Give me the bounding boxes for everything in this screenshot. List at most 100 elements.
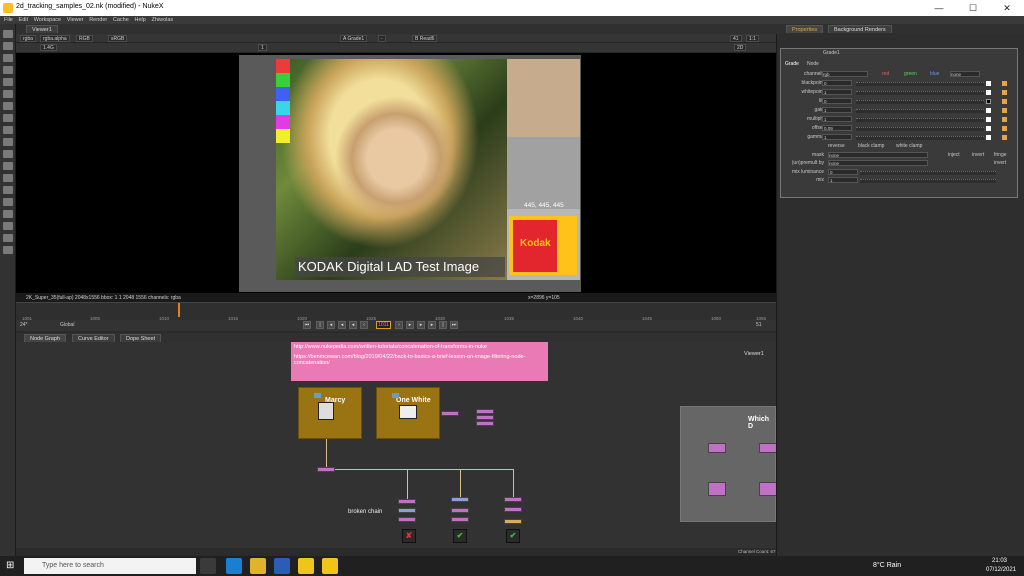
playhead[interactable] [178, 303, 180, 317]
backdrop-marcy[interactable]: Marcy [298, 387, 362, 439]
last-frame-button[interactable]: ⏭ [450, 321, 458, 329]
input-a-dropdown[interactable]: A Grade1 [340, 35, 368, 42]
taskbar-search-input[interactable]: Type here to search [24, 558, 196, 574]
timeline[interactable]: 1001 1005 1010 1015 1020 1025 1030 1035 … [16, 302, 776, 321]
current-frame-field[interactable]: 1011 [376, 321, 391, 329]
chain2-node-1[interactable] [451, 497, 469, 502]
view-mode-dropdown[interactable]: 2D [734, 44, 747, 51]
colorspace-dropdown[interactable]: sRGB [108, 35, 128, 42]
step-back-button[interactable]: | [316, 321, 324, 329]
channel-dropdown[interactable]: rgba.alpha [40, 35, 70, 42]
end-frame-field[interactable]: 51 [756, 322, 762, 328]
note-link-benmcewan[interactable]: https://benmcewan.com/blog/2019/04/22/ba… [294, 354, 545, 366]
menu-file[interactable]: File [4, 16, 13, 24]
chain3-node-3[interactable] [504, 519, 522, 524]
mix-luminance-slider[interactable] [860, 171, 996, 175]
param-field[interactable]: 1 [822, 116, 852, 122]
channels-dropdown[interactable]: rgb [822, 71, 868, 77]
task-view-icon[interactable] [200, 558, 216, 574]
invert-unpremult-checkbox[interactable]: invert [994, 160, 1006, 167]
taskbar-time[interactable]: 21:03 [992, 558, 1007, 564]
first-frame-button[interactable]: ⏮ [303, 321, 311, 329]
gamma-field[interactable]: 1 [258, 44, 267, 51]
chain1-node-3[interactable] [398, 517, 416, 522]
step-forward-button[interactable]: | [439, 321, 447, 329]
subtab-grade[interactable]: Grade [785, 61, 799, 67]
windows-start-icon[interactable]: ⊞ [6, 560, 14, 571]
which-node-2[interactable] [759, 443, 777, 453]
black-clamp-checkbox[interactable]: black clamp [858, 143, 884, 150]
weather-widget[interactable]: 8°C Rain [873, 562, 901, 569]
node-dot-merge[interactable] [317, 467, 335, 472]
fringe-checkbox[interactable]: fringe [994, 152, 1007, 159]
subtab-node[interactable]: Node [807, 61, 819, 67]
color-picker-icon[interactable] [986, 135, 991, 140]
gain-field[interactable]: 1.4G [40, 44, 57, 51]
ocio-tool-icon[interactable] [3, 246, 13, 254]
menu-workspace[interactable]: Workspace [34, 16, 61, 24]
back-button[interactable]: ◂ [338, 321, 346, 329]
taskbar-date[interactable]: 07/12/2021 [986, 567, 1016, 573]
mix-slider[interactable] [860, 179, 996, 183]
node-transform-b[interactable] [476, 415, 494, 420]
chain1-node-2[interactable] [398, 508, 416, 513]
mix-luminance-field[interactable]: 0 [828, 169, 858, 175]
play-button[interactable]: ▸ [406, 321, 414, 329]
layer-dropdown[interactable]: rgba [20, 35, 37, 42]
chain2-node-3[interactable] [451, 517, 469, 522]
viewer-node-label[interactable]: Viewer1 [744, 351, 764, 357]
which-node-1[interactable] [708, 443, 726, 453]
color-picker-icon[interactable] [986, 126, 991, 131]
animation-icon[interactable] [1002, 99, 1007, 104]
toolsets-tool-icon[interactable] [3, 174, 13, 182]
node-transform-c[interactable] [476, 421, 494, 426]
tab-node-graph[interactable]: Node Graph [24, 334, 66, 342]
next-frame-button[interactable]: › [395, 321, 403, 329]
tab-dope-sheet[interactable]: Dope Sheet [120, 334, 162, 342]
chain2-node-2[interactable] [451, 508, 469, 513]
color-picker-icon[interactable] [986, 117, 991, 122]
tab-viewer1[interactable]: Viewer1 [26, 25, 58, 33]
param-slider[interactable] [856, 91, 984, 95]
mix-field[interactable]: 1 [828, 177, 858, 183]
reverse-checkbox[interactable]: reverse [828, 143, 845, 150]
chain1-node-1[interactable] [398, 499, 416, 504]
play-back-button[interactable]: ◂ [349, 321, 357, 329]
channel-green-toggle[interactable]: green [904, 71, 917, 78]
param-slider[interactable] [856, 118, 984, 122]
animation-icon[interactable] [1002, 81, 1007, 86]
fps-field[interactable]: 24* [20, 322, 28, 328]
channel-red-toggle[interactable]: red [882, 71, 889, 78]
prev-key-button[interactable]: ◂ [327, 321, 335, 329]
animation-icon[interactable] [1002, 90, 1007, 95]
param-field[interactable]: 0 [822, 80, 852, 86]
transform-tool-icon[interactable] [3, 126, 13, 134]
zoom-field[interactable]: 41 [730, 35, 742, 42]
3d-tool-icon[interactable] [3, 138, 13, 146]
channel-tool-icon[interactable] [3, 66, 13, 74]
keyer-tool-icon[interactable] [3, 102, 13, 110]
node-name-field[interactable]: Grade1 [823, 50, 840, 56]
compare-dropdown[interactable]: - [378, 35, 386, 42]
channel-blue-toggle[interactable]: blue [930, 71, 939, 78]
input-b-dropdown[interactable]: B Read6 [412, 35, 438, 42]
draw-tool-icon[interactable] [3, 42, 13, 50]
mask-dropdown[interactable]: none [828, 152, 928, 158]
which-node-4[interactable] [759, 482, 777, 496]
minimize-button[interactable]: — [922, 0, 956, 16]
color-picker-icon[interactable] [986, 99, 991, 104]
menu-render[interactable]: Render [89, 16, 107, 24]
animation-icon[interactable] [1002, 108, 1007, 113]
param-field[interactable]: 1 [822, 134, 852, 140]
display-channels-dropdown[interactable]: RGB [76, 35, 93, 42]
close-button[interactable]: ✕ [990, 0, 1024, 16]
word-icon[interactable] [274, 558, 290, 574]
views-tool-icon[interactable] [3, 150, 13, 158]
forward-button[interactable]: ▸ [417, 321, 425, 329]
color-picker-icon[interactable] [986, 81, 991, 86]
color-picker-icon[interactable] [986, 90, 991, 95]
sticky-note[interactable]: http://www.nukepedia.com/written-tutoria… [291, 342, 548, 381]
particles-tool-icon[interactable] [3, 186, 13, 194]
other-tool-icon[interactable] [3, 210, 13, 218]
param-slider[interactable] [856, 127, 984, 131]
